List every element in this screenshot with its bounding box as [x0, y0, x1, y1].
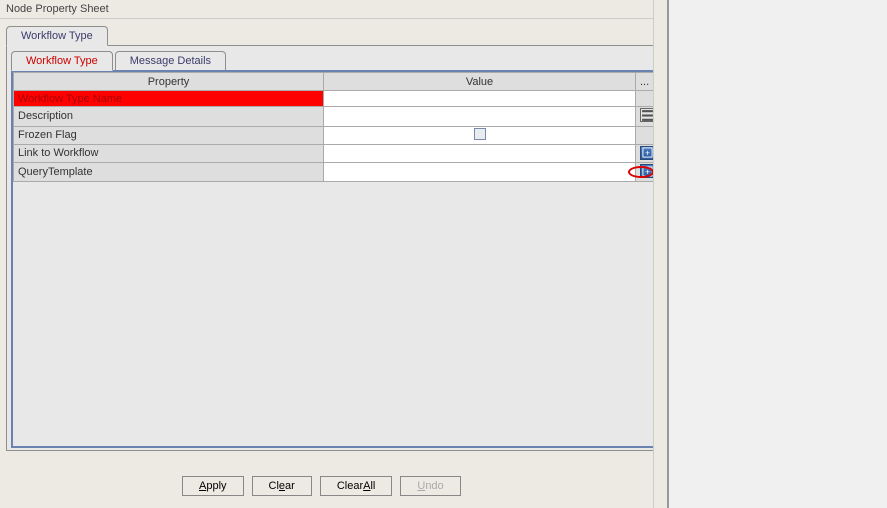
property-link-to-workflow: Link to Workflow	[14, 144, 324, 163]
inner-tab-message-details[interactable]: Message Details	[115, 51, 226, 71]
row-link-to-workflow: Link to Workflow +	[14, 144, 654, 163]
value-workflow-type-name[interactable]	[324, 91, 636, 107]
property-workflow-type-name: Workflow Type Name	[14, 91, 324, 107]
inner-tab-row: Workflow Type Message Details	[11, 50, 656, 70]
header-value[interactable]: Value	[324, 73, 636, 91]
property-sheet-panel: Node Property Sheet Workflow Type Workfl…	[0, 0, 669, 508]
row-description: Description	[14, 107, 654, 127]
value-link-to-workflow[interactable]	[324, 144, 636, 163]
value-description[interactable]	[324, 107, 636, 127]
row-frozen-flag: Frozen Flag	[14, 126, 654, 144]
action-description	[636, 107, 654, 127]
property-grid-container: Property Value ... Workflow Type Name De	[11, 70, 656, 448]
property-frozen-flag: Frozen Flag	[14, 126, 324, 144]
svg-text:+: +	[645, 148, 650, 157]
action-link-to-workflow: +	[636, 144, 654, 163]
header-action[interactable]: ...	[636, 73, 654, 91]
scrollbar-vertical[interactable]	[653, 0, 667, 508]
panel-title: Node Property Sheet	[0, 0, 667, 19]
svg-text:+: +	[645, 167, 650, 176]
outer-tab-row: Workflow Type	[6, 25, 661, 45]
clearall-button[interactable]: ClearAll	[320, 476, 393, 496]
apply-button[interactable]: Apply	[182, 476, 244, 496]
action-frozen-flag	[636, 126, 654, 144]
row-workflow-type-name: Workflow Type Name	[14, 91, 654, 107]
header-property[interactable]: Property	[14, 73, 324, 91]
action-query-template: +	[636, 163, 654, 182]
outer-tabs-container: Workflow Type Workflow Type Message Deta…	[6, 25, 661, 451]
picker-icon: +	[642, 166, 653, 177]
outer-tab-workflow-type[interactable]: Workflow Type	[6, 26, 108, 46]
property-query-template: QueryTemplate	[14, 163, 324, 182]
clear-button[interactable]: Clear	[252, 476, 312, 496]
table-header-row: Property Value ...	[14, 73, 654, 91]
action-workflow-type-name	[636, 91, 654, 107]
undo-button[interactable]: Undo	[400, 476, 460, 496]
value-frozen-flag[interactable]	[324, 126, 636, 144]
outer-tab-content: Workflow Type Message Details Property V…	[6, 45, 661, 451]
row-query-template: QueryTemplate +	[14, 163, 654, 182]
inner-tab-workflow-type[interactable]: Workflow Type	[11, 51, 113, 71]
checkbox-frozen-flag[interactable]	[474, 128, 486, 140]
property-description: Description	[14, 107, 324, 127]
footer-button-bar: Apply Clear ClearAll Undo	[182, 476, 461, 496]
picker-icon: +	[642, 147, 653, 158]
property-table: Property Value ... Workflow Type Name De	[13, 72, 654, 182]
value-query-template[interactable]	[324, 163, 636, 182]
